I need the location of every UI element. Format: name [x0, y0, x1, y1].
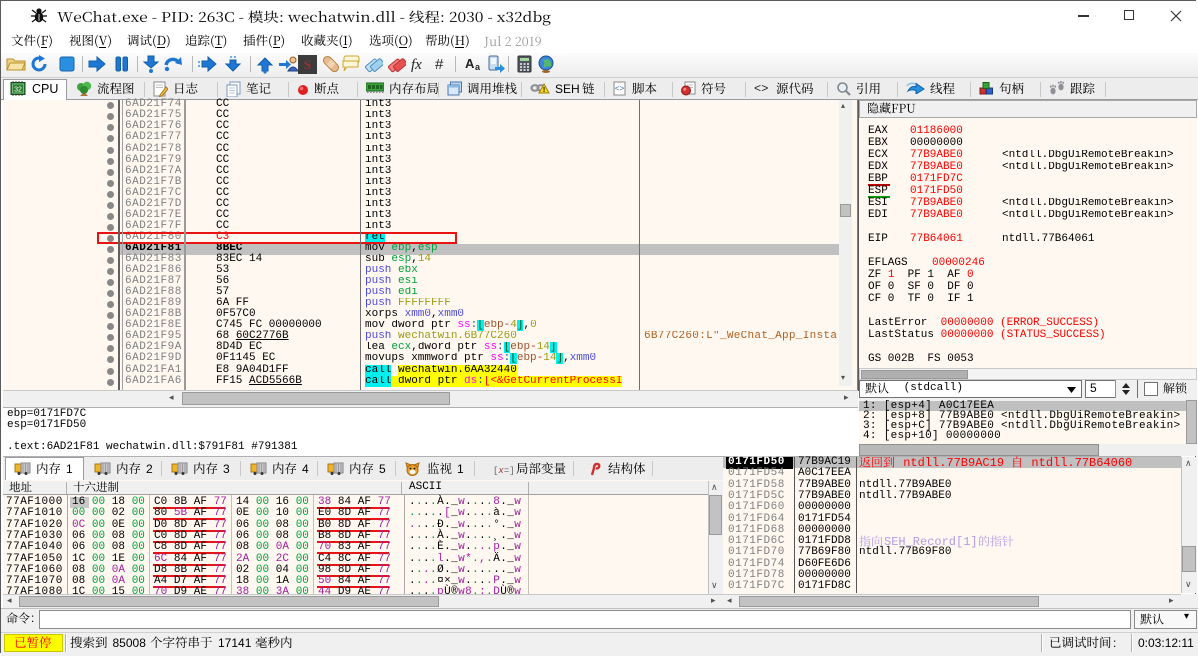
svg-text:[x=]: [x=] — [493, 466, 515, 476]
svg-text:32: 32 — [14, 87, 22, 94]
svg-text:<>: <> — [754, 82, 768, 94]
svg-text:fx: fx — [411, 57, 422, 73]
svg-text:S: S — [304, 57, 311, 72]
svg-text:#: # — [435, 56, 444, 73]
svg-text:A: A — [465, 56, 475, 71]
svg-text:<>: <> — [615, 85, 625, 94]
svg-text:!: ! — [543, 87, 545, 94]
svg-text:a: a — [475, 62, 481, 72]
